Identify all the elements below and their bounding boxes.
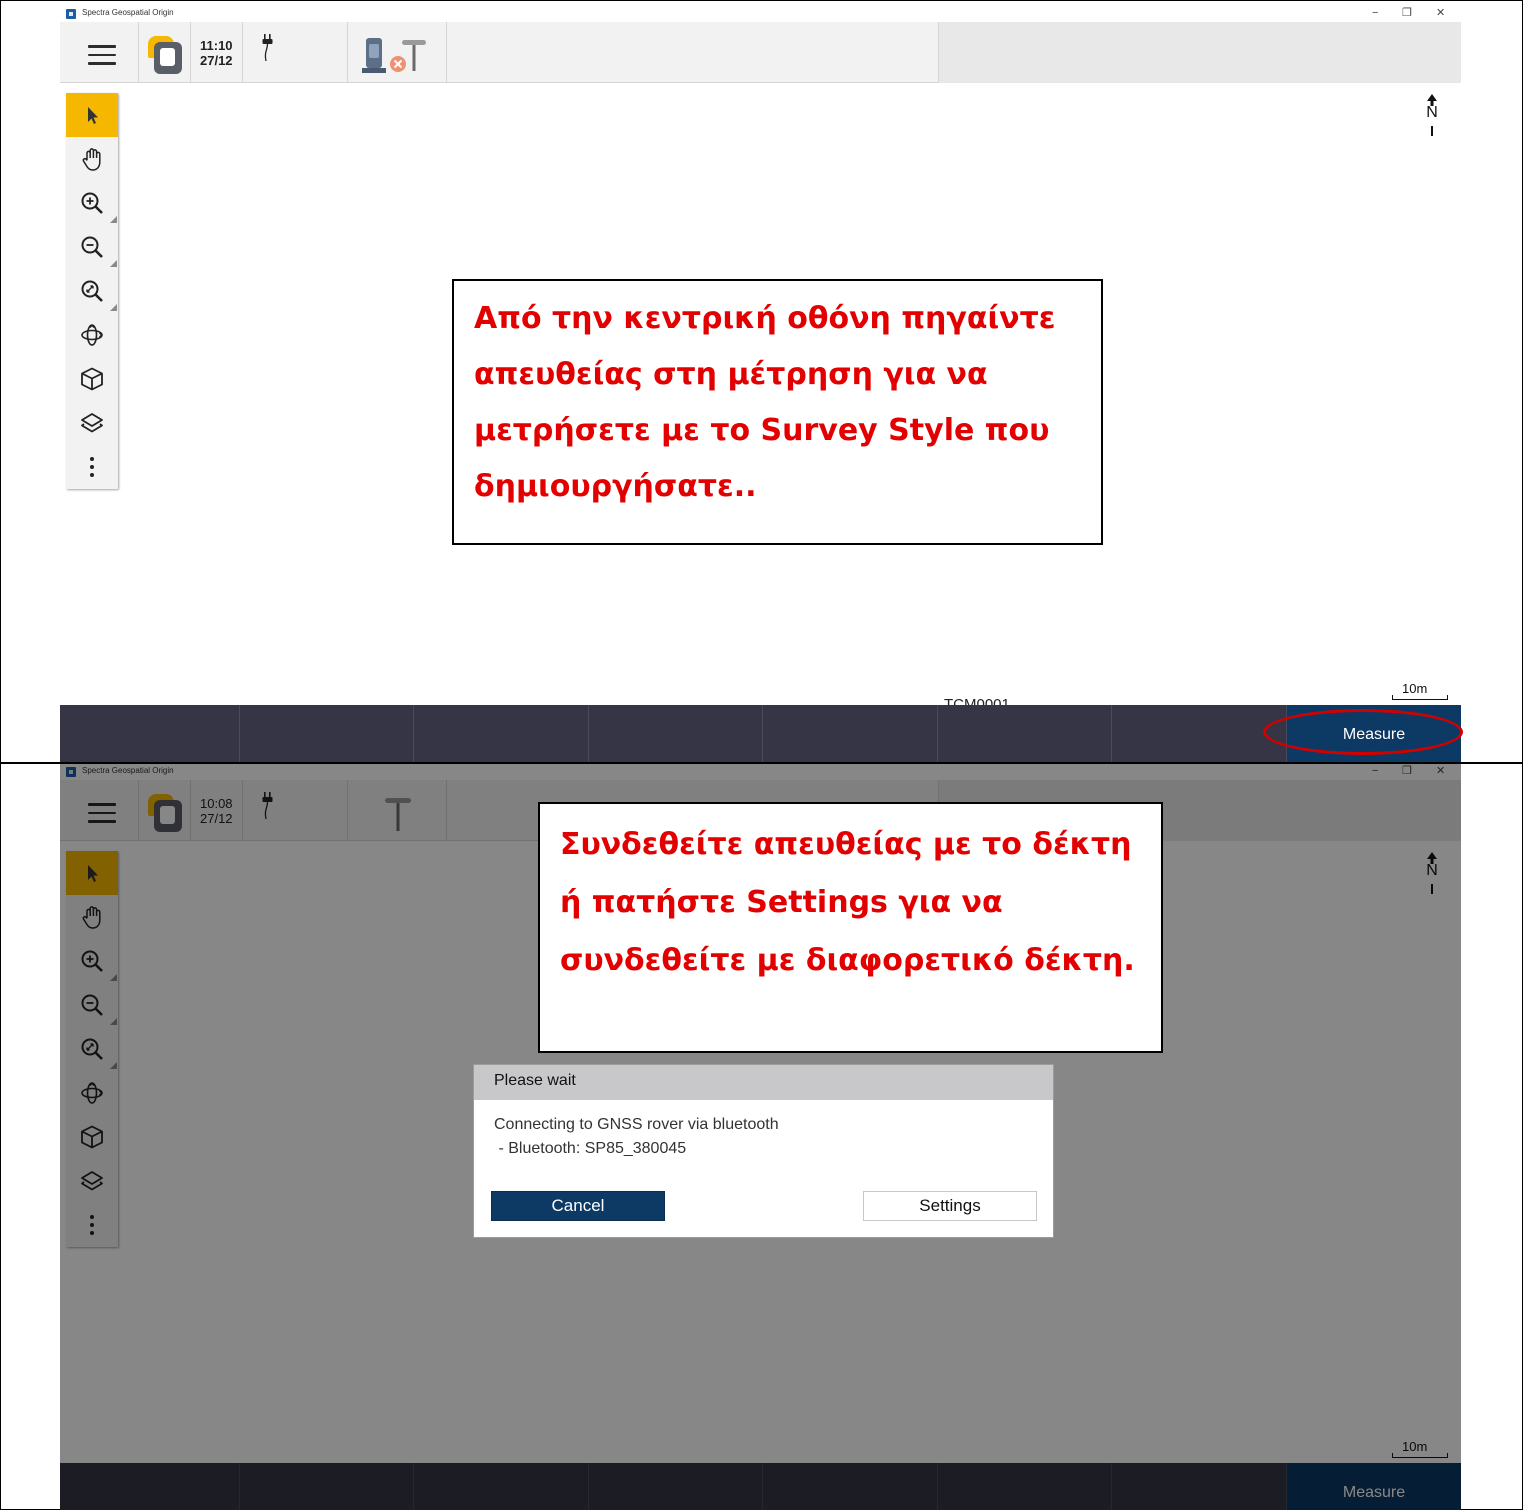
restore-button[interactable]: ❐ xyxy=(1402,6,1412,20)
power-plug-icon[interactable] xyxy=(260,34,276,62)
dialog-message-line1: Connecting to GNSS rover via bluetooth xyxy=(494,1116,779,1133)
scale-bar-label: 10m xyxy=(1402,681,1428,696)
tool-zoom-extents[interactable] xyxy=(66,269,118,313)
job-status-icon[interactable] xyxy=(148,36,182,74)
cancel-button[interactable]: Cancel xyxy=(491,1191,665,1221)
tool-zoom-in[interactable] xyxy=(66,181,118,225)
tool-select[interactable] xyxy=(66,93,118,137)
tool-3d-view[interactable] xyxy=(66,357,118,401)
softkey-6[interactable] xyxy=(938,705,1112,762)
map-toolbar xyxy=(66,93,118,489)
zoom-extents-icon xyxy=(81,280,103,302)
bottom-softkey-bar: Measure xyxy=(60,705,1461,762)
instruction-callout-bottom: Συνδεθείτε απευθείας με το δέκτη ή πατήσ… xyxy=(538,802,1163,1053)
dialog-message-line2: - Bluetooth: SP85_380045 xyxy=(494,1140,687,1157)
north-label: N xyxy=(1426,104,1438,121)
status-bar: 11:10 27/12 xyxy=(60,22,1461,83)
window-titlebar: Spectra Geospatial Origin − ❐ ✕ xyxy=(60,6,1461,22)
softkey-5[interactable] xyxy=(763,705,938,762)
instruction-text-bottom: Συνδεθείτε απευθείας με το δέκτη ή πατήσ… xyxy=(560,827,1135,978)
menu-hamburger-icon[interactable] xyxy=(88,45,116,71)
close-button[interactable]: ✕ xyxy=(1436,6,1445,20)
layers-icon xyxy=(81,413,103,433)
dialog-title: Please wait xyxy=(474,1065,1053,1100)
pan-hand-icon xyxy=(82,148,101,171)
minimize-button[interactable]: − xyxy=(1372,6,1378,20)
orbit-icon xyxy=(81,324,103,346)
tool-pan[interactable] xyxy=(66,137,118,181)
tool-orbit[interactable] xyxy=(66,313,118,357)
clock-display[interactable]: 11:10 27/12 xyxy=(200,38,233,68)
instrument-disconnected-icon[interactable] xyxy=(360,34,430,76)
please-wait-dialog: Please wait Connecting to GNSS rover via… xyxy=(473,1064,1054,1238)
instruction-callout-top: Από την κεντρική οθόνη πηγαίντε απευθεία… xyxy=(452,279,1103,545)
clock-date: 27/12 xyxy=(200,53,233,68)
dialog-message: Connecting to GNSS rover via bluetooth -… xyxy=(474,1100,1053,1161)
instruction-text-top: Από την κεντρική οθόνη πηγαίντε απευθεία… xyxy=(474,301,1056,504)
settings-button[interactable]: Settings xyxy=(863,1191,1037,1221)
north-arrow: N xyxy=(1425,94,1439,138)
tool-layers[interactable] xyxy=(66,401,118,445)
select-arrow-icon xyxy=(88,107,98,124)
scale-bar xyxy=(1392,695,1448,700)
tool-more[interactable] xyxy=(66,445,118,489)
zoom-in-icon xyxy=(81,192,103,214)
tool-zoom-out[interactable] xyxy=(66,225,118,269)
softkey-4[interactable] xyxy=(589,705,763,762)
softkey-1[interactable] xyxy=(60,705,240,762)
measure-highlight-oval xyxy=(1263,709,1463,755)
zoom-out-icon xyxy=(81,236,103,258)
status-bar-empty-panel xyxy=(938,22,1461,83)
clock-time: 11:10 xyxy=(200,38,233,53)
3d-cube-icon xyxy=(81,367,103,391)
window-title: Spectra Geospatial Origin xyxy=(82,8,174,17)
softkey-7[interactable] xyxy=(1112,705,1287,762)
app-logo-icon xyxy=(66,9,76,19)
softkey-3[interactable] xyxy=(414,705,589,762)
softkey-2[interactable] xyxy=(240,705,414,762)
more-vertical-icon xyxy=(90,457,94,477)
